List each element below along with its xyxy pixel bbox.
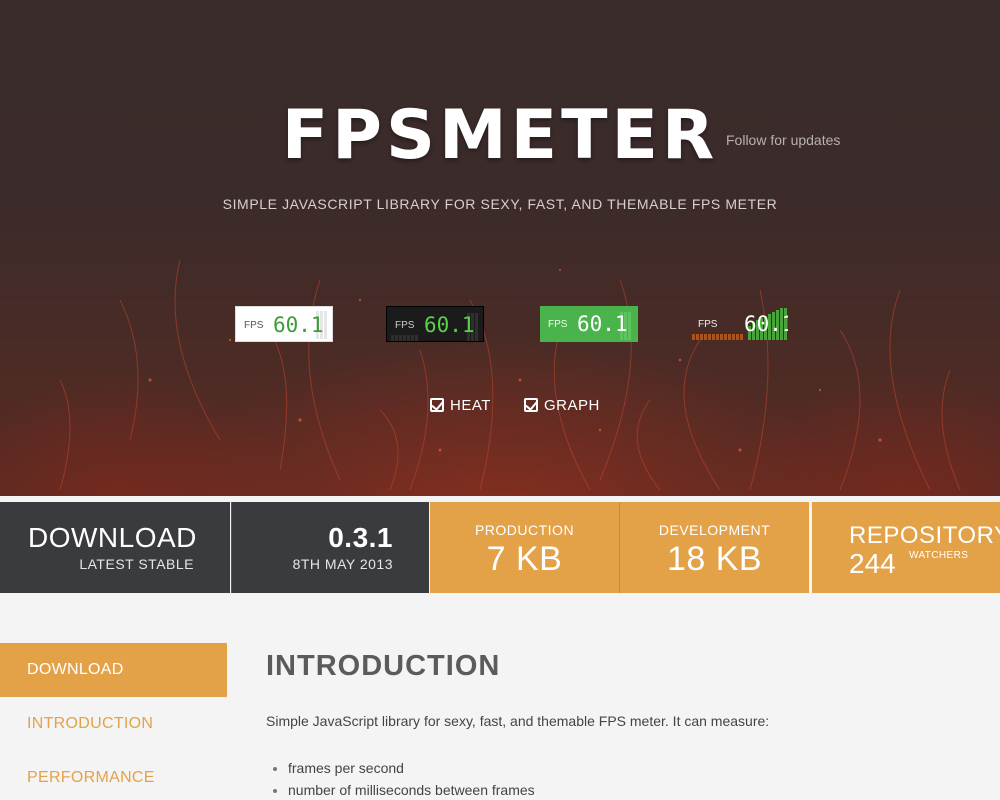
repository-label: REPOSITORY <box>849 522 1000 549</box>
fps-meter-light[interactable]: FPS 60.1 <box>235 306 333 342</box>
watchers-label: WATCHERS <box>909 550 969 561</box>
production-size: 7 KB <box>486 540 563 578</box>
fps-label: FPS <box>698 319 718 330</box>
development-label: DEVELOPMENT <box>658 522 771 538</box>
fps-value: 60.1 <box>744 312 788 336</box>
fps-value: 60.1 <box>424 313 475 337</box>
follow-link[interactable]: Follow for updates <box>726 132 840 148</box>
development-download-button[interactable]: DEVELOPMENT 18 KB <box>620 502 809 593</box>
intro-text: Simple JavaScript library for sexy, fast… <box>266 713 770 729</box>
feature-list: frames per second number of milliseconds… <box>273 760 535 800</box>
fps-meter-dark[interactable]: FPS 60.1 <box>386 306 484 342</box>
graph-checkbox[interactable]: GRAPH <box>524 397 600 414</box>
development-size: 18 KB <box>666 540 763 578</box>
version-value: 0.3.1 <box>328 522 393 553</box>
download-sub: LATEST STABLE <box>79 556 194 572</box>
download-cell[interactable]: DOWNLOAD LATEST STABLE <box>0 502 230 593</box>
sparks-background <box>59 259 961 491</box>
heat-checkbox[interactable]: HEAT <box>430 397 491 414</box>
checkbox-icon <box>430 398 444 412</box>
site-title: FPSMETER <box>281 96 719 175</box>
fps-label: FPS <box>395 320 415 331</box>
list-item: frames per second <box>273 760 535 782</box>
hero-banner: FPSMETER Follow for updates SIMPLE JAVAS… <box>0 0 1000 496</box>
production-download-button[interactable]: PRODUCTION 7 KB <box>430 502 619 593</box>
graph-label: GRAPH <box>544 397 600 414</box>
heat-label: HEAT <box>450 397 491 414</box>
section-heading: INTRODUCTION <box>266 650 501 682</box>
sidebar-item-performance[interactable]: PERFORMANCE <box>0 751 227 800</box>
fps-label: FPS <box>548 319 568 330</box>
sidebar-item-introduction[interactable]: INTRODUCTION <box>0 697 227 751</box>
fps-meter-transparent[interactable]: FPS 60.1 <box>690 306 788 342</box>
version-cell: 0.3.1 8TH MAY 2013 <box>231 502 429 593</box>
sidebar-item-download[interactable]: DOWNLOAD <box>0 643 227 697</box>
repository-link[interactable]: REPOSITORY 244 WATCHERS <box>812 502 1000 593</box>
site-subtitle: SIMPLE JAVASCRIPT LIBRARY FOR SEXY, FAST… <box>222 196 778 212</box>
version-date: 8TH MAY 2013 <box>292 556 393 572</box>
fps-value: 60.1 <box>577 312 628 336</box>
checkbox-icon <box>524 398 538 412</box>
sidebar-nav: DOWNLOAD INTRODUCTION PERFORMANCE <box>0 643 227 800</box>
watchers-count: 244 <box>849 548 896 579</box>
list-item: number of milliseconds between frames <box>273 782 535 800</box>
fps-value: 60.1 <box>273 313 324 337</box>
stats-bar: DOWNLOAD LATEST STABLE 0.3.1 8TH MAY 201… <box>0 502 1000 593</box>
download-title: DOWNLOAD <box>28 522 197 553</box>
fps-meter-colorful[interactable]: FPS 60.1 <box>540 306 638 342</box>
fps-label: FPS <box>244 320 264 331</box>
production-label: PRODUCTION <box>474 522 575 538</box>
